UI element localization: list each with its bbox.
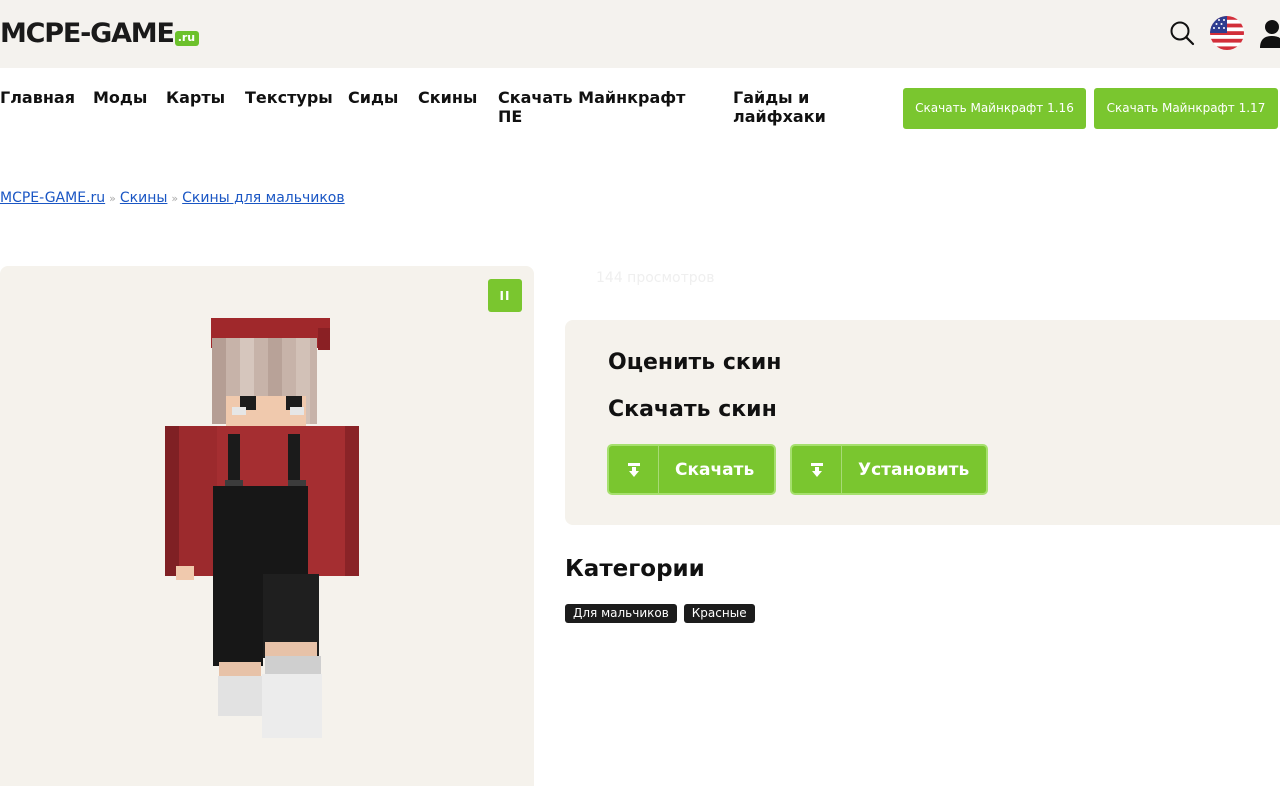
breadcrumb-separator: » — [109, 192, 116, 205]
header-icons — [1168, 16, 1280, 54]
nav-item-home[interactable]: Главная — [0, 88, 75, 107]
category-tags: Для мальчиков Красные — [565, 604, 755, 623]
download-skin-title: Скачать скин — [608, 397, 777, 422]
nav-item-download-pe[interactable]: Скачать Майнкрафт ПЕ — [498, 88, 698, 126]
user-icon[interactable] — [1258, 18, 1280, 52]
nav-item-skins[interactable]: Скины — [418, 88, 477, 107]
rate-skin-title: Оценить скин — [608, 350, 782, 375]
nav-item-mods[interactable]: Моды — [93, 88, 147, 107]
skin-3d-model — [165, 318, 359, 738]
download-button[interactable]: Скачать — [607, 444, 776, 495]
tag-boys[interactable]: Для мальчиков — [565, 604, 677, 623]
download-icon — [609, 446, 659, 493]
breadcrumb-separator: » — [171, 192, 179, 205]
install-button[interactable]: Установить — [790, 444, 988, 495]
download-button-label: Скачать — [675, 459, 755, 480]
install-button-label: Установить — [858, 459, 970, 480]
search-icon[interactable] — [1168, 19, 1196, 51]
nav-item-maps[interactable]: Карты — [166, 88, 225, 107]
breadcrumb: MCPE-GAME.ru» Скины» Скины для мальчиков — [0, 190, 345, 206]
download-117-button[interactable]: Скачать Майнкрафт 1.17 — [1094, 88, 1278, 129]
breadcrumb-home[interactable]: MCPE-GAME.ru — [0, 190, 105, 206]
logo-text: MCPE-GAME — [0, 18, 175, 49]
main-nav: Главная Моды Карты Текстуры Сиды Скины С… — [0, 88, 1280, 132]
install-icon — [792, 446, 842, 493]
views-count: 144 просмотров — [596, 270, 715, 286]
nav-item-guides[interactable]: Гайды и лайфхаки — [733, 88, 843, 126]
breadcrumb-boys-skins[interactable]: Скины для мальчиков — [182, 190, 344, 206]
site-logo[interactable]: MCPE-GAME .ru — [0, 18, 200, 49]
download-116-button[interactable]: Скачать Майнкрафт 1.16 — [903, 88, 1086, 129]
pause-animation-button[interactable]: II — [488, 279, 522, 312]
us-flag-language-icon[interactable] — [1210, 16, 1244, 54]
categories-title: Категории — [565, 556, 705, 582]
nav-item-textures[interactable]: Текстуры — [245, 88, 333, 107]
skin-preview[interactable] — [0, 266, 534, 786]
logo-suffix: .ru — [174, 31, 200, 46]
site-header: MCPE-GAME .ru — [0, 0, 1280, 68]
tag-red[interactable]: Красные — [683, 604, 755, 623]
breadcrumb-skins[interactable]: Скины — [120, 190, 168, 206]
nav-item-seeds[interactable]: Сиды — [348, 88, 398, 107]
